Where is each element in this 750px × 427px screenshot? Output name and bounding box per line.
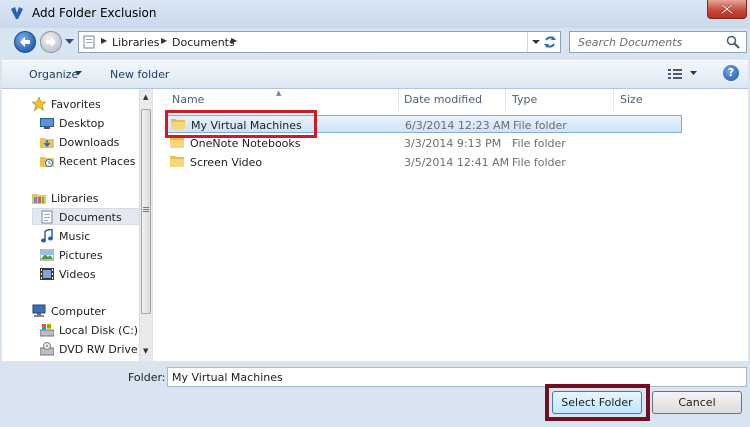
file-row[interactable]: Screen Video 3/5/2014 12:41 AM File fold… <box>165 153 682 171</box>
file-type: File folder <box>512 137 566 150</box>
breadcrumb-separator-icon[interactable]: ▶ <box>231 36 237 45</box>
app-logo-icon <box>11 7 23 19</box>
column-header-date-modified[interactable]: Date modified <box>404 93 482 106</box>
nav-item-label: Pictures <box>59 249 103 262</box>
forward-button[interactable] <box>40 31 62 53</box>
column-header-name[interactable]: Name <box>172 93 204 106</box>
new-folder-button[interactable]: New folder <box>110 68 169 81</box>
file-date: 3/5/2014 12:41 AM <box>404 156 510 169</box>
column-divider[interactable] <box>398 89 399 111</box>
refresh-button[interactable] <box>539 31 561 53</box>
desktop-icon <box>40 118 54 129</box>
documents-icon <box>41 210 53 224</box>
refresh-icon <box>544 36 556 48</box>
window-title: Add Folder Exclusion <box>32 6 157 20</box>
file-name: Screen Video <box>190 156 263 169</box>
chevron-down-icon[interactable] <box>690 71 697 76</box>
nav-item-label: Recent Places <box>59 155 136 168</box>
scroll-thumb[interactable] <box>141 109 151 314</box>
annotation-highlight-folder <box>165 110 317 138</box>
dvd-drive-icon <box>40 342 54 356</box>
help-icon[interactable]: ? <box>723 65 739 81</box>
nav-item-label: Libraries <box>51 192 99 205</box>
breadcrumb-documents[interactable]: Documents <box>172 36 235 49</box>
nav-item-label: Documents <box>59 211 122 224</box>
forward-arrow-icon <box>46 37 56 47</box>
search-input[interactable] <box>576 35 720 50</box>
column-divider[interactable] <box>613 89 614 111</box>
local-disk-icon <box>40 324 54 337</box>
breadcrumb-separator-icon[interactable]: ▶ <box>161 36 167 45</box>
column-header-type[interactable]: Type <box>512 93 537 106</box>
search-box[interactable] <box>569 31 747 53</box>
libraries-icon <box>32 194 46 204</box>
nav-item-label: Favorites <box>51 98 101 111</box>
nav-item-label: Computer <box>51 305 106 318</box>
folder-icon <box>170 156 184 167</box>
close-icon <box>721 4 733 14</box>
nav-item-label: Downloads <box>59 136 120 149</box>
column-divider[interactable] <box>505 89 506 111</box>
file-type: File folder <box>512 156 566 169</box>
column-header-size[interactable]: Size <box>620 93 643 106</box>
sort-ascending-icon: ▲ <box>276 89 282 97</box>
navigation-pane: Favorites Desktop Downloads Recent Place… <box>2 89 152 361</box>
computer-icon <box>32 304 46 317</box>
title-bar: Add Folder Exclusion <box>0 0 750 28</box>
nav-item-label: Desktop <box>59 117 105 130</box>
folder-name-field[interactable] <box>167 367 747 387</box>
music-icon <box>41 229 53 243</box>
back-arrow-icon <box>20 37 30 47</box>
annotation-highlight-button <box>545 384 650 421</box>
back-button[interactable] <box>14 31 36 53</box>
location-icon <box>83 35 95 49</box>
cancel-button[interactable]: Cancel <box>652 391 742 414</box>
recent-pages-dropdown-icon[interactable] <box>65 39 74 45</box>
command-bar: Organize New folder ? <box>2 60 748 89</box>
nav-item-label: Local Disk (C:) <box>59 324 139 337</box>
chevron-down-icon[interactable] <box>75 71 82 76</box>
close-button[interactable] <box>707 0 747 19</box>
nav-item-label: Videos <box>59 268 96 281</box>
address-bar[interactable]: ▶ Libraries ▶ Documents ▶ <box>78 31 561 53</box>
videos-icon <box>40 268 54 280</box>
organize-menu[interactable]: Organize <box>29 68 78 81</box>
file-date: 3/3/2014 9:13 PM <box>404 137 502 150</box>
nav-item-label: Music <box>59 230 91 243</box>
grip-icon <box>143 207 149 212</box>
downloads-folder-icon <box>40 138 54 148</box>
file-name: OneNote Notebooks <box>190 137 301 150</box>
pictures-icon <box>40 249 54 261</box>
view-options-icon[interactable] <box>667 67 683 81</box>
scroll-up-arrow-icon[interactable]: ▲ <box>143 93 148 101</box>
recent-places-icon <box>40 157 54 167</box>
star-icon <box>32 97 46 111</box>
file-date: 6/3/2014 12:23 AM <box>405 119 511 132</box>
scroll-down-arrow-icon[interactable]: ▼ <box>143 347 148 355</box>
file-type: File folder <box>513 119 567 132</box>
search-icon[interactable] <box>726 35 740 49</box>
folder-label: Folder: <box>128 371 166 384</box>
dialog-window: Add Folder Exclusion ▶ Libraries ▶ Docum… <box>0 0 750 427</box>
breadcrumb-separator-icon[interactable]: ▶ <box>101 36 107 45</box>
breadcrumb-libraries[interactable]: Libraries <box>112 36 160 49</box>
nav-scrollbar[interactable]: ▲ ▼ <box>139 89 152 361</box>
